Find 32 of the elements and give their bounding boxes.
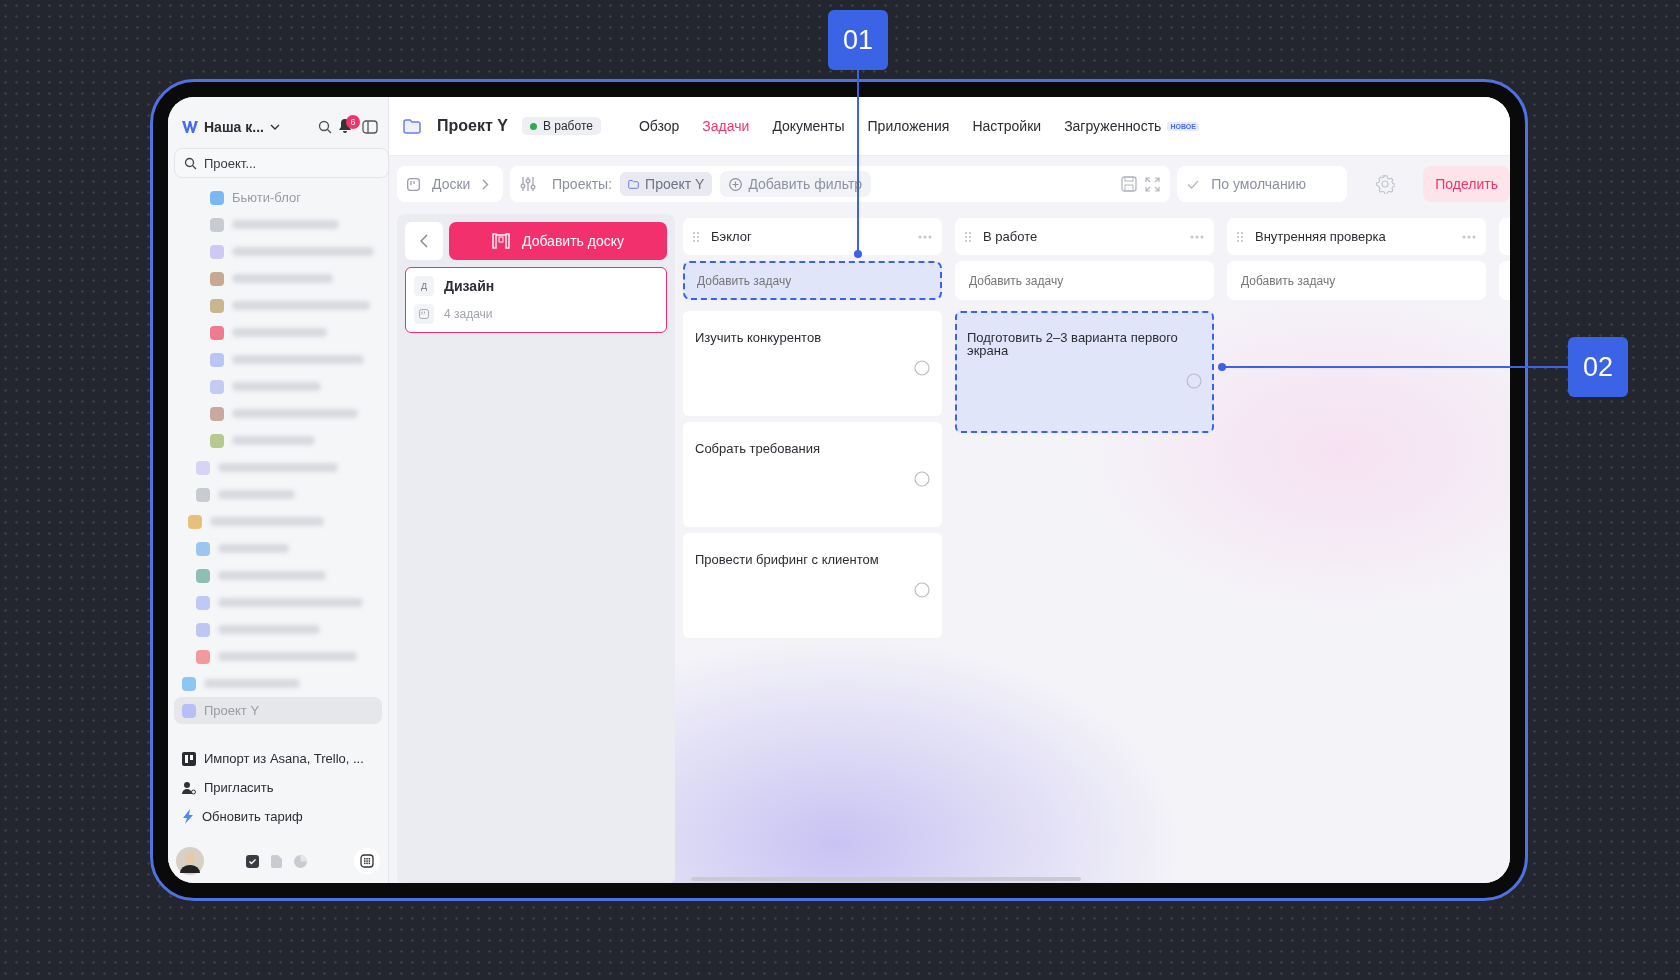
column-header: Бэклог (683, 218, 942, 255)
nav-tab[interactable]: Настройки (972, 118, 1042, 134)
project-title: Проект Y (437, 117, 508, 135)
filter-label: Проекты: (552, 176, 613, 192)
sidebar-link[interactable]: Импорт из Asana, Trello, ... (168, 744, 388, 773)
task-card[interactable]: Изучить конкурентов (683, 311, 942, 416)
column-header: В работе (955, 218, 1214, 255)
task-card[interactable]: Подготовить 2–3 варианта первого экрана (955, 311, 1214, 433)
column-header: Внутренняя проверка (1227, 218, 1486, 255)
sidebar-link[interactable]: Обновить тариф (168, 802, 388, 831)
nav-tab[interactable]: Обзор (638, 118, 680, 134)
add-task-field[interactable]: Добавить задачу (1227, 261, 1486, 300)
callout-badge: 02 (1568, 337, 1628, 397)
sidebar-link[interactable]: Пригласить (168, 773, 388, 802)
search-field[interactable]: Проект... (174, 148, 389, 178)
task-count: 4 задачи (444, 307, 493, 321)
status-badge: В работе (521, 117, 601, 135)
callout-badge: 01 (828, 10, 888, 70)
add-task-field[interactable]: Добавить задачу (683, 261, 942, 300)
filter-chip[interactable]: Проект Y (620, 172, 713, 196)
nav-tab[interactable]: Документы (772, 118, 845, 134)
nav-tab[interactable]: Приложения (867, 118, 950, 134)
nav-tab[interactable]: Задачи (702, 118, 750, 134)
board-letter-icon: Д (414, 276, 434, 296)
board-name: Дизайн (444, 278, 495, 294)
workspace-name[interactable]: Наша к... (204, 119, 264, 135)
notification-badge: 6 (346, 115, 360, 129)
task-card[interactable]: Провести брифинг с клиентом (683, 533, 942, 638)
board-card[interactable]: Д Дизайн 4 задачи (405, 267, 667, 333)
add-board-button[interactable]: Добавить доску (449, 222, 667, 260)
task-card[interactable]: Собрать требования (683, 422, 942, 527)
add-task-field[interactable]: Добавить задачу (955, 261, 1214, 300)
